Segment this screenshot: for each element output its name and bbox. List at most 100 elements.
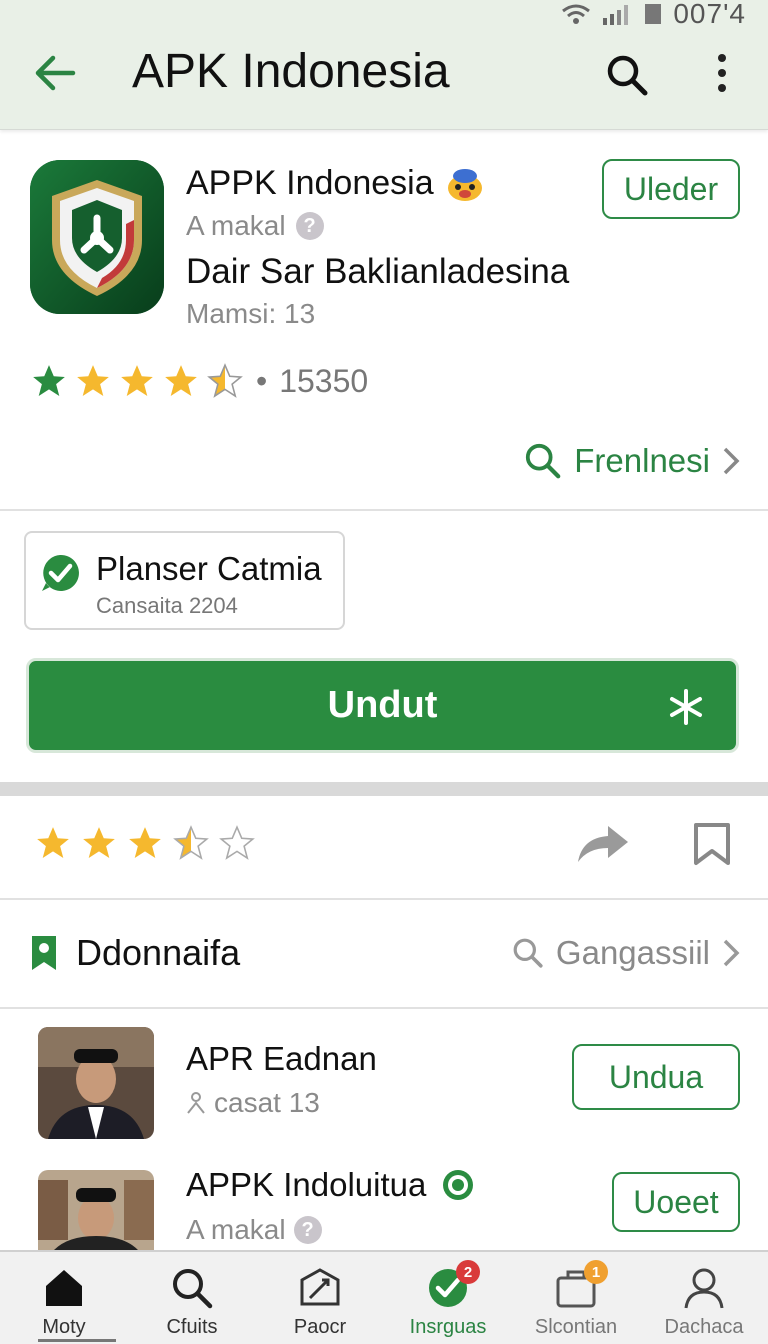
profile-icon: [684, 1268, 724, 1309]
search-button[interactable]: [604, 52, 650, 98]
divider: [0, 1007, 768, 1009]
star-full-icon: [165, 365, 197, 397]
shield-logo-icon: [30, 160, 164, 314]
chevron-right-icon: [723, 939, 740, 967]
help-icon[interactable]: ?: [295, 212, 324, 240]
more-vert-icon: [718, 54, 726, 92]
nav-label: Paocr: [293, 1316, 347, 1338]
list-item-title-text: APR Eadnan: [186, 1040, 377, 1077]
nav-item-home[interactable]: Moty: [0, 1252, 128, 1344]
rating-count: 15350: [279, 362, 369, 399]
section-divider: [0, 782, 768, 796]
list-item-title-text: APPK Indoluitua: [186, 1166, 427, 1203]
app-icon: [30, 160, 164, 314]
app-subtitle: Dair Sar Baklianladesina: [186, 252, 570, 291]
notification-badge: 2: [456, 1260, 480, 1284]
list-item-subtitle-text: casat 13: [214, 1087, 320, 1118]
star-full-icon: [121, 365, 153, 397]
star-full-icon[interactable]: [80, 824, 118, 862]
list-item-subtitle-text: A makal: [186, 1214, 286, 1245]
verified-gear-icon: [443, 1170, 474, 1200]
star-green-icon: [33, 365, 65, 397]
mascot-icon: [447, 168, 482, 201]
search-icon: [173, 1269, 213, 1309]
section-link-label: Gangassiil: [555, 934, 710, 971]
nav-label: Moty: [42, 1316, 86, 1338]
section-see-more[interactable]: Gangassiil: [512, 934, 740, 972]
nav-item-wallet[interactable]: 1 Slcontian: [512, 1252, 640, 1344]
list-item-thumbnail[interactable]: [38, 1027, 154, 1139]
section-header: Ddonnaifa: [30, 932, 240, 974]
status-time: 007'4: [673, 0, 746, 29]
bottom-navigation: Moty Cfuits Paocr 2 Insrguas 1 Slcontian…: [0, 1250, 768, 1344]
nav-item-profile[interactable]: Dachaca: [640, 1252, 768, 1344]
user-rating-stars[interactable]: [34, 824, 256, 862]
person-icon: [187, 1092, 205, 1114]
person-photo-icon: [38, 1027, 154, 1139]
wallet-icon: 1: [554, 1260, 608, 1310]
star-full-icon: [77, 365, 109, 397]
back-button[interactable]: [30, 50, 80, 96]
arrow-left-icon: [35, 55, 76, 91]
section-title: Ddonnaifa: [76, 932, 241, 973]
star-half-icon[interactable]: [172, 824, 210, 862]
star-empty-icon[interactable]: [218, 824, 256, 862]
search-icon: [607, 55, 648, 96]
pen-icon: [300, 1268, 340, 1306]
nav-item-search[interactable]: Cfuits: [128, 1252, 256, 1344]
app-name: APPK Indonesia: [186, 164, 484, 203]
star-full-icon[interactable]: [126, 824, 164, 862]
nav-label: Insrguas: [409, 1316, 487, 1338]
download-button-label: Undut: [327, 684, 438, 726]
app-rating: • 15350: [30, 362, 368, 400]
verified-check-icon: [42, 554, 79, 591]
badge-subtitle: Cansaita 2204: [96, 593, 238, 618]
person-photo-icon: [38, 1170, 154, 1250]
nav-item-updates[interactable]: 2 Insrguas: [384, 1252, 512, 1344]
verified-badge-card[interactable]: Planser Catmia Cansaita 2204: [24, 531, 345, 630]
nav-label: Dachaca: [664, 1316, 744, 1338]
details-link[interactable]: Frenlnesi: [524, 442, 740, 480]
signal-icon: [603, 5, 629, 25]
notification-badge: 1: [584, 1260, 608, 1284]
star-full-icon[interactable]: [34, 824, 72, 862]
developer: A makal ?: [186, 210, 324, 242]
download-button[interactable]: Undut: [26, 658, 739, 753]
divider: [0, 509, 768, 511]
app-version: Mamsi: 13: [186, 298, 316, 329]
list-item-subtitle: casat 13: [186, 1087, 320, 1119]
list-item-title: APR Eadnan: [186, 1040, 377, 1078]
share-icon[interactable]: [574, 822, 630, 866]
sparkle-icon: [670, 689, 702, 725]
app-bar: 007'4 APK Indonesia: [0, 0, 768, 130]
help-icon[interactable]: ?: [293, 1216, 322, 1244]
bookmark-icon[interactable]: [692, 822, 732, 866]
location-pin-icon: [32, 936, 56, 970]
details-link-label: Frenlnesi: [574, 442, 710, 479]
nav-item-pen[interactable]: Paocr: [256, 1252, 384, 1344]
list-item-title: APPK Indoluitua: [186, 1166, 476, 1204]
list-item-subtitle: A makal ?: [186, 1214, 322, 1246]
battery-icon: [645, 4, 662, 24]
list-item-download-button[interactable]: Uoeet: [612, 1172, 740, 1232]
wifi-icon: [562, 4, 591, 24]
nav-label: Cfuits: [166, 1316, 218, 1338]
list-item-thumbnail[interactable]: [38, 1170, 154, 1250]
status-bar: 007'4: [561, 0, 746, 29]
developer-name: A makal: [186, 210, 286, 241]
list-item-download-button[interactable]: Undua: [572, 1044, 740, 1110]
search-icon: [513, 938, 543, 968]
badge-title: Planser Catmia: [96, 550, 322, 587]
rating-separator: •: [256, 362, 268, 399]
page-title: APK Indonesia: [132, 45, 450, 98]
divider: [0, 898, 768, 900]
nav-label: Slcontian: [534, 1316, 618, 1338]
update-button[interactable]: Uleder: [602, 159, 740, 219]
more-menu-button[interactable]: [704, 50, 740, 96]
search-icon: [526, 443, 561, 479]
home-icon: [46, 1270, 82, 1306]
star-half-icon: [207, 363, 243, 398]
check-badge-icon: 2: [426, 1260, 480, 1310]
chevron-right-icon: [723, 447, 740, 475]
active-indicator: [38, 1339, 116, 1342]
